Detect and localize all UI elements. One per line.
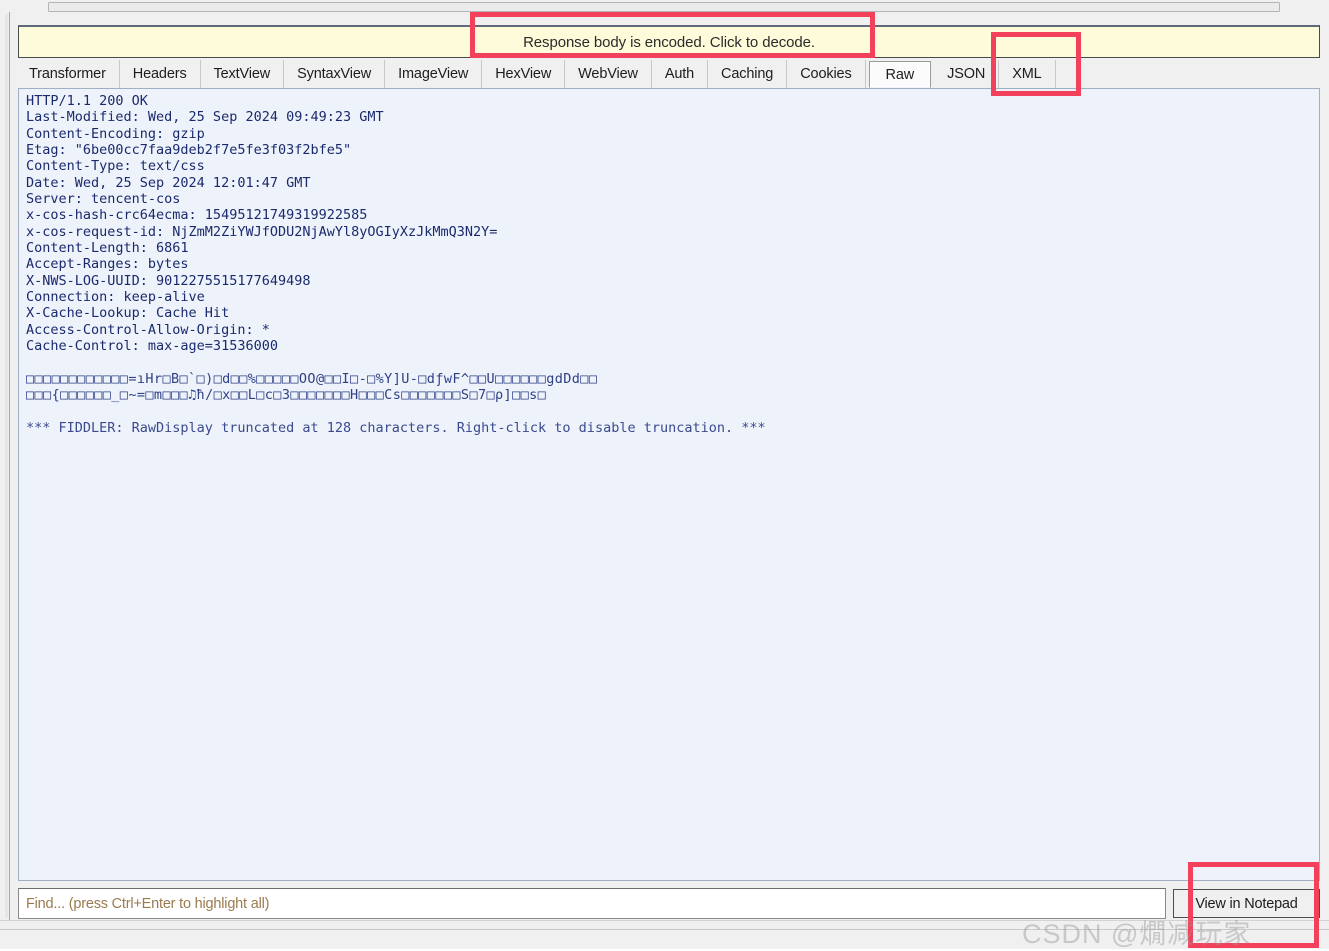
- raw-header-line: Access-Control-Allow-Origin: *: [26, 321, 270, 338]
- raw-header-line: Accept-Ranges: bytes: [26, 256, 189, 273]
- tab-cookies[interactable]: Cookies: [787, 60, 866, 88]
- tab-headers[interactable]: Headers: [119, 60, 201, 88]
- raw-textview[interactable]: HTTP/1.1 200 OK Last-Modified: Wed, 25 Se…: [18, 88, 1320, 881]
- window-left-edge-inner: [5, 14, 8, 918]
- raw-blank-line: [26, 355, 1317, 371]
- tab-caching[interactable]: Caching: [708, 60, 788, 88]
- bottom-divider: [0, 929, 1329, 930]
- raw-header-line: Last-Modified: Wed, 25 Sep 2024 09:49:23…: [26, 109, 384, 126]
- tab-strip-filler: [1055, 60, 1320, 88]
- tab-auth[interactable]: Auth: [651, 60, 709, 88]
- tab-imageview[interactable]: ImageView: [385, 60, 483, 88]
- decode-notice-label: Response body is encoded. Click to decod…: [523, 34, 815, 51]
- top-splitter[interactable]: [48, 2, 1280, 12]
- window-bottom-strip: [0, 920, 1329, 949]
- raw-header-line: Cache-Control: max-age=31536000: [26, 338, 278, 355]
- find-input[interactable]: [18, 888, 1166, 919]
- tab-textview[interactable]: TextView: [200, 60, 285, 88]
- raw-header-line: Content-Length: 6861: [26, 240, 189, 257]
- tab-webview[interactable]: WebView: [565, 60, 652, 88]
- window-top-strip: [0, 0, 1329, 22]
- raw-header-line: Server: tencent-cos: [26, 191, 181, 208]
- decode-notice-bar[interactable]: Response body is encoded. Click to decod…: [18, 25, 1320, 58]
- raw-header-line: X-NWS-LOG-UUID: 9012275515177649498: [26, 272, 311, 289]
- raw-blank-line: [26, 404, 1317, 420]
- raw-textview-content: HTTP/1.1 200 OK Last-Modified: Wed, 25 Se…: [26, 93, 1317, 436]
- find-bar: View in Notepad: [18, 888, 1320, 920]
- raw-header-line: Date: Wed, 25 Sep 2024 12:01:47 GMT: [26, 174, 311, 191]
- tab-hexview[interactable]: HexView: [482, 60, 566, 88]
- raw-status-line: HTTP/1.1 200 OK: [26, 93, 148, 109]
- raw-header-line: x-cos-request-id: NjZmM2ZiYWJfODU2NjAwYl…: [26, 223, 498, 240]
- tab-transformer[interactable]: Transformer: [18, 60, 120, 88]
- raw-body-line: □□□□□□□□□□□□=ıHr□B□`□)□d□□%□□□□□OO@□□I□-…: [26, 370, 598, 387]
- tab-json[interactable]: JSON: [934, 60, 1000, 88]
- raw-header-line: Etag: "6be00cc7faa9deb2f7e5fe3f03f2bfe5": [26, 142, 352, 159]
- raw-truncation-notice: *** FIDDLER: RawDisplay truncated at 128…: [26, 419, 766, 436]
- raw-header-line: X-Cache-Lookup: Cache Hit: [26, 305, 230, 322]
- raw-header-line: x-cos-hash-crc64ecma: 154951217493199225…: [26, 207, 368, 224]
- fiddler-inspector-panel: Response body is encoded. Click to decod…: [0, 0, 1329, 949]
- raw-header-line: Connection: keep-alive: [26, 289, 205, 306]
- tab-raw[interactable]: Raw: [868, 61, 932, 88]
- tab-xml[interactable]: XML: [999, 60, 1056, 88]
- raw-body-line: □□□{□□□□□□_□~=□m□□□♫ħ/□x□□L□c□3□□□□□□□H□…: [26, 387, 547, 404]
- raw-header-line: Content-Type: text/css: [26, 158, 205, 175]
- tab-syntaxview[interactable]: SyntaxView: [284, 60, 386, 88]
- inspector-tab-strip: Transformer Headers TextView SyntaxView Imag…: [18, 60, 1320, 88]
- raw-header-line: Content-Encoding: gzip: [26, 125, 205, 142]
- view-in-notepad-button[interactable]: View in Notepad: [1173, 889, 1320, 918]
